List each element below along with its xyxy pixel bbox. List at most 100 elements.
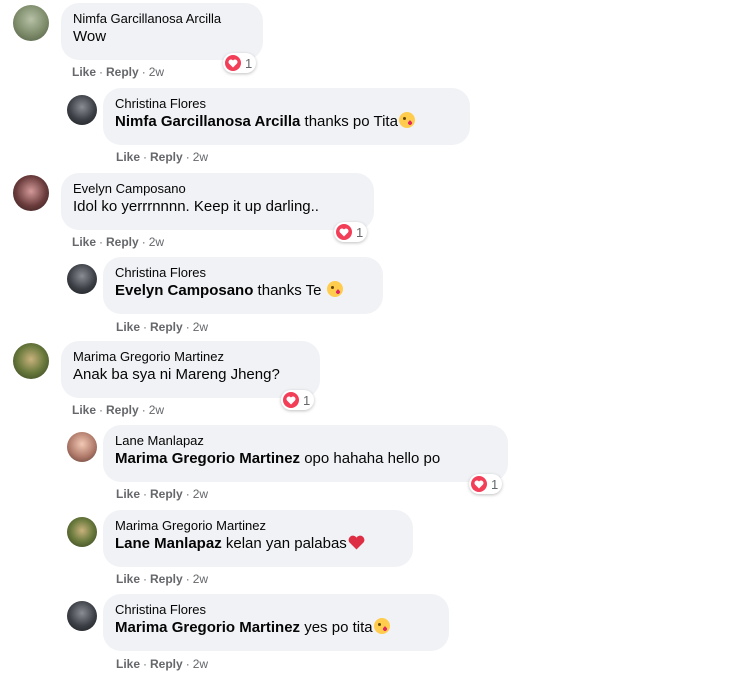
- comment-actions: Like · Reply · 2w: [116, 487, 208, 501]
- reaction-number: 1: [356, 224, 364, 240]
- avatar[interactable]: [13, 175, 49, 211]
- comment-time[interactable]: 2w: [193, 320, 208, 334]
- comment-text: Anak ba sya ni Mareng Jheng?: [73, 366, 280, 383]
- comment-actions: Like · Reply · 2w: [72, 235, 164, 249]
- separator: ·: [185, 320, 190, 334]
- separator: ·: [185, 572, 190, 586]
- comment-actions: Like · Reply · 2w: [116, 657, 208, 671]
- comment-text: Nimfa Garcillanosa Arcilla thanks po Tit…: [115, 112, 458, 132]
- like-button[interactable]: Like: [116, 150, 140, 164]
- comment-body: thanks po Tita: [300, 113, 398, 130]
- heart-icon: [225, 55, 241, 71]
- mention-link[interactable]: Marima Gregorio Martinez: [115, 619, 300, 636]
- heart-icon: [283, 392, 299, 408]
- separator: ·: [185, 487, 190, 501]
- separator: ·: [185, 657, 190, 671]
- comment-actions: Like · Reply · 2w: [116, 320, 208, 334]
- red-heart-emoji: [348, 535, 365, 550]
- avatar[interactable]: [67, 432, 97, 462]
- comment-body: yes po tita: [300, 619, 373, 636]
- comment-actions: Like · Reply · 2w: [116, 572, 208, 586]
- avatar[interactable]: [67, 517, 97, 547]
- like-button[interactable]: Like: [116, 572, 140, 586]
- comment-time[interactable]: 2w: [149, 235, 164, 249]
- separator: ·: [143, 487, 148, 501]
- avatar[interactable]: [67, 601, 97, 631]
- reply-button[interactable]: Reply: [150, 657, 183, 671]
- separator: ·: [143, 150, 148, 164]
- comment-bubble: Christina Flores Nimfa Garcillanosa Arci…: [103, 88, 470, 145]
- mention-link[interactable]: Evelyn Camposano: [115, 282, 253, 299]
- like-button[interactable]: Like: [72, 403, 96, 417]
- comment-author[interactable]: Marima Gregorio Martinez: [115, 517, 401, 534]
- like-button[interactable]: Like: [72, 65, 96, 79]
- comment-author[interactable]: Lane Manlapaz: [115, 432, 496, 449]
- like-button[interactable]: Like: [116, 487, 140, 501]
- avatar[interactable]: [13, 5, 49, 41]
- reply-button[interactable]: Reply: [106, 65, 139, 79]
- comment-bubble: Evelyn Camposano Idol ko yerrrnnnn. Keep…: [61, 173, 374, 230]
- kissing-face-emoji: [398, 112, 415, 128]
- comment-author[interactable]: Nimfa Garcillanosa Arcilla: [73, 10, 251, 27]
- comment-body: thanks Te: [253, 282, 326, 299]
- heart-icon: [471, 476, 487, 492]
- reaction-count[interactable]: 1: [281, 390, 315, 410]
- reply-button[interactable]: Reply: [150, 572, 183, 586]
- comment-time[interactable]: 2w: [149, 65, 164, 79]
- comment-text: Wow: [73, 28, 107, 45]
- comment-text: Idol ko yerrrnnnn. Keep it up darling..: [73, 198, 319, 215]
- kissing-face-emoji: [373, 618, 390, 634]
- avatar[interactable]: [67, 95, 97, 125]
- comment-author[interactable]: Christina Flores: [115, 95, 458, 112]
- separator: ·: [143, 657, 148, 671]
- separator: ·: [141, 403, 146, 417]
- comment-text: Lane Manlapaz kelan yan palabas: [115, 534, 401, 554]
- mention-link[interactable]: Lane Manlapaz: [115, 535, 222, 552]
- comment-bubble: Christina Flores Evelyn Camposano thanks…: [103, 257, 383, 314]
- reply-button[interactable]: Reply: [106, 235, 139, 249]
- comment-actions: Like · Reply · 2w: [72, 403, 164, 417]
- comment-bubble: Marima Gregorio Martinez Lane Manlapaz k…: [103, 510, 413, 567]
- like-button[interactable]: Like: [72, 235, 96, 249]
- comment-text: Marima Gregorio Martinez yes po tita: [115, 618, 437, 638]
- comment-bubble: Lane Manlapaz Marima Gregorio Martinez o…: [103, 425, 508, 482]
- reply-button[interactable]: Reply: [150, 487, 183, 501]
- comment-author[interactable]: Evelyn Camposano: [73, 180, 362, 197]
- reply-button[interactable]: Reply: [106, 403, 139, 417]
- avatar[interactable]: [67, 264, 97, 294]
- kissing-face-emoji: [326, 281, 343, 297]
- comment-time[interactable]: 2w: [193, 572, 208, 586]
- reply-button[interactable]: Reply: [150, 320, 183, 334]
- like-button[interactable]: Like: [116, 657, 140, 671]
- comment-actions: Like · Reply · 2w: [72, 65, 164, 79]
- separator: ·: [185, 150, 190, 164]
- comment-body: kelan yan palabas: [221, 535, 347, 552]
- comment-time[interactable]: 2w: [149, 403, 164, 417]
- mention-link[interactable]: Nimfa Garcillanosa Arcilla: [115, 113, 300, 130]
- mention-link[interactable]: Marima Gregorio Martinez: [115, 450, 300, 467]
- comment-bubble: Marima Gregorio Martinez Anak ba sya ni …: [61, 341, 320, 398]
- comment-author[interactable]: Christina Flores: [115, 264, 371, 281]
- comment-time[interactable]: 2w: [193, 657, 208, 671]
- reply-button[interactable]: Reply: [150, 150, 183, 164]
- comment-bubble: Christina Flores Marima Gregorio Martine…: [103, 594, 449, 651]
- comment-time[interactable]: 2w: [193, 150, 208, 164]
- comment-author[interactable]: Christina Flores: [115, 601, 437, 618]
- separator: ·: [99, 235, 104, 249]
- reaction-number: 1: [491, 476, 499, 492]
- separator: ·: [143, 572, 148, 586]
- comment-time[interactable]: 2w: [193, 487, 208, 501]
- separator: ·: [143, 320, 148, 334]
- reaction-number: 1: [245, 55, 253, 71]
- heart-icon: [336, 224, 352, 240]
- reaction-count[interactable]: 1: [334, 222, 368, 242]
- comment-author[interactable]: Marima Gregorio Martinez: [73, 348, 308, 365]
- comment-body: opo hahaha hello po: [300, 450, 441, 467]
- comment-text: Marima Gregorio Martinez opo hahaha hell…: [115, 449, 496, 469]
- avatar[interactable]: [13, 343, 49, 379]
- reaction-count[interactable]: 1: [223, 53, 257, 73]
- comment-text: Evelyn Camposano thanks Te: [115, 281, 371, 301]
- reaction-number: 1: [303, 392, 311, 408]
- like-button[interactable]: Like: [116, 320, 140, 334]
- reaction-count[interactable]: 1: [469, 474, 503, 494]
